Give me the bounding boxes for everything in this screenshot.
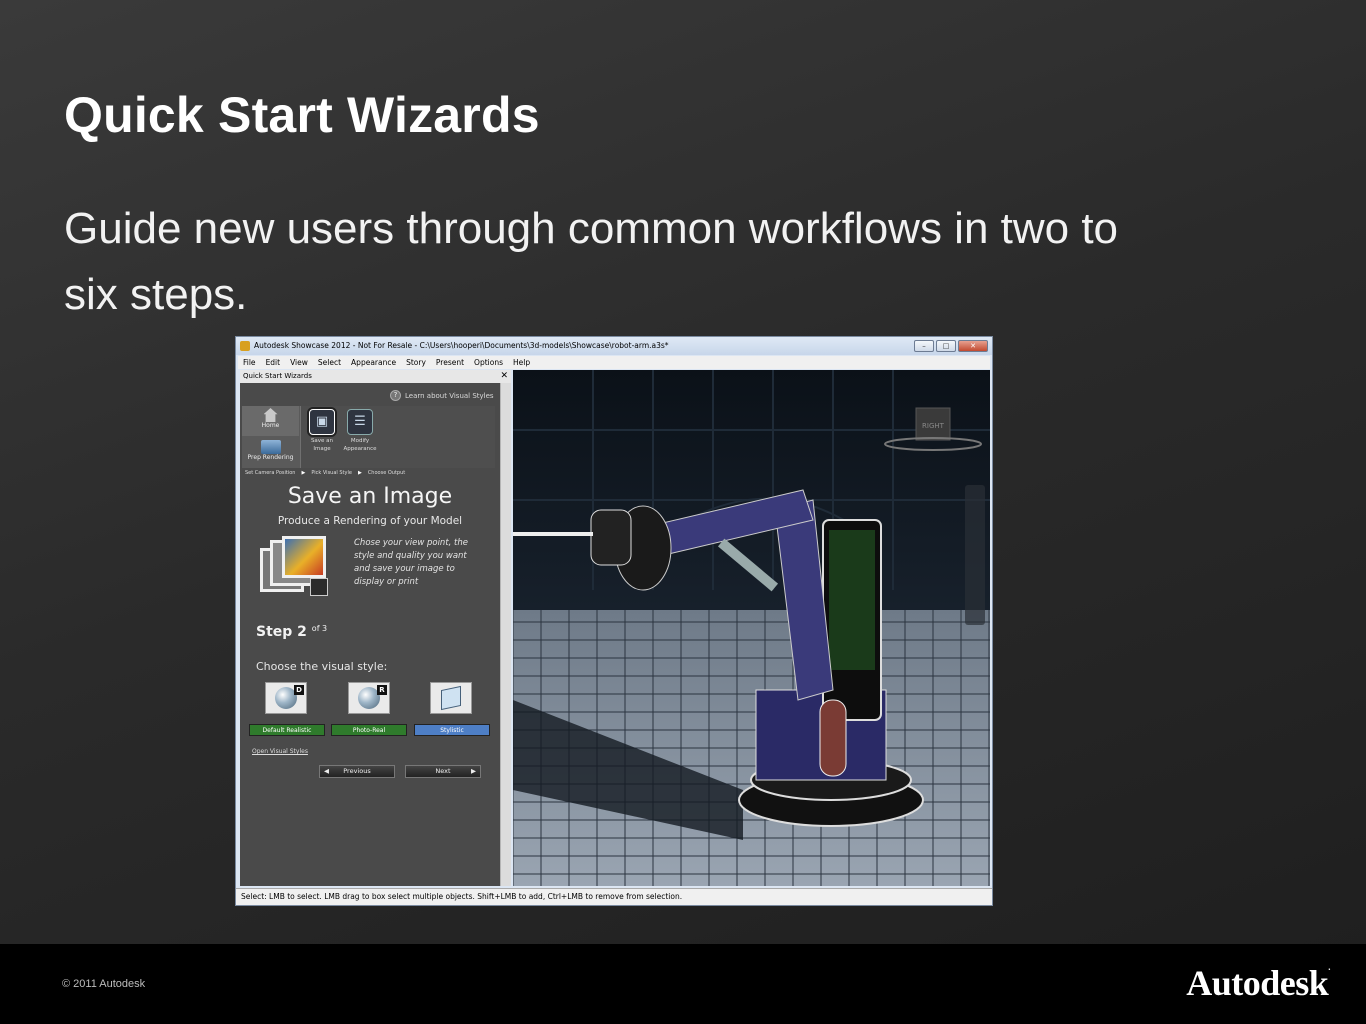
navigation-bar[interactable] — [965, 485, 985, 625]
menu-file[interactable]: File — [238, 356, 261, 369]
slide-subtitle: Guide new users through common workflows… — [64, 204, 1119, 319]
maximize-button[interactable]: □ — [936, 340, 956, 352]
panel-scrollbar[interactable] — [500, 383, 511, 886]
wizard-title: Save an Image — [287, 484, 453, 509]
crumb-arrow-icon: ▶ — [357, 470, 362, 476]
previous-button[interactable]: ◀ Previous — [319, 765, 395, 778]
wizard-buttons: ▣ Save an Image ☰ Modify Appearance — [300, 406, 495, 468]
crumb-arrow-icon: ▶ — [301, 470, 306, 476]
crumb-pick-style[interactable]: Pick Visual Style — [311, 470, 352, 476]
style-badge: D — [294, 685, 304, 695]
style-icon-stylistic[interactable] — [430, 682, 472, 714]
crumb-set-camera[interactable]: Set Camera Position — [245, 470, 295, 476]
previous-label: Previous — [343, 767, 371, 775]
robot-panel — [829, 530, 875, 670]
modify-appearance-button[interactable]: ☰ Modify Appearance — [341, 409, 379, 453]
menu-view[interactable]: View — [285, 356, 313, 369]
style-icon-photo-real[interactable]: R — [348, 682, 390, 714]
save-image-label: Save an Image — [310, 438, 334, 452]
wizard-tabs: Home Prep Rendering ▣ Save an Image ☰ Mo… — [242, 406, 495, 468]
next-label: Next — [435, 767, 451, 775]
3d-viewport[interactable]: RIGHT — [513, 370, 990, 886]
photo-front — [282, 536, 326, 578]
status-bar: Select: LMB to select. LMB drag to box s… — [236, 888, 992, 905]
close-button[interactable]: ✕ — [958, 340, 988, 352]
menubar: File Edit View Select Appearance Story P… — [238, 356, 990, 369]
crumb-choose-output[interactable]: Choose Output — [368, 470, 405, 476]
panel-close-icon[interactable]: ✕ — [500, 370, 508, 383]
style-button-default-realistic[interactable]: Default Realistic — [249, 724, 325, 736]
choose-style-label: Choose the visual style: — [256, 660, 388, 673]
menu-story[interactable]: Story — [401, 356, 431, 369]
save-image-button[interactable]: ▣ Save an Image — [303, 409, 341, 453]
style-button-photo-real[interactable]: Photo-Real — [331, 724, 407, 736]
step-of: of 3 — [311, 624, 328, 633]
style-badge: R — [377, 685, 387, 695]
home-icon — [263, 408, 278, 422]
style-button-stylistic[interactable]: Stylistic — [414, 724, 490, 736]
photo-stack-icon — [260, 536, 330, 600]
menu-options[interactable]: Options — [469, 356, 508, 369]
wizard-subtitle: Produce a Rendering of your Model — [277, 515, 463, 527]
step-label: Step 2 — [256, 624, 307, 640]
app-window: Autodesk Showcase 2012 - Not For Resale … — [235, 336, 993, 906]
autodesk-logo: Autodesk. — [1186, 962, 1330, 1004]
logo-text: Autodesk — [1186, 963, 1329, 1003]
view-cube-label: RIGHT — [922, 422, 945, 430]
help-icon: ? — [390, 390, 401, 401]
window-controls: – □ ✕ — [914, 340, 988, 352]
open-visual-styles-link[interactable]: Open Visual Styles — [252, 748, 308, 755]
logo-dot: . — [1328, 962, 1330, 972]
tab-prep-rendering[interactable]: Prep Rendering — [242, 438, 299, 468]
slide-title: Quick Start Wizards — [64, 87, 540, 143]
next-button[interactable]: Next ▶ — [405, 765, 481, 778]
menu-help[interactable]: Help — [508, 356, 535, 369]
robot-tool-rod — [513, 532, 593, 536]
tab-home[interactable]: Home — [242, 406, 299, 436]
slide-footer: © 2011 Autodesk Autodesk. — [0, 944, 1366, 1024]
panel-header: Quick Start Wizards ✕ — [240, 370, 511, 383]
cube-icon — [441, 685, 461, 711]
panel-title: Quick Start Wizards — [243, 372, 312, 380]
viewport-scene: RIGHT — [513, 370, 990, 886]
wizard-description: Chose your view point, the style and qua… — [354, 538, 469, 587]
modify-appearance-label: Modify Appearance — [343, 438, 377, 452]
copyright-text: © 2011 Autodesk — [62, 978, 146, 990]
menu-present[interactable]: Present — [431, 356, 469, 369]
window-titlebar: Autodesk Showcase 2012 - Not For Resale … — [236, 337, 992, 355]
window-title: Autodesk Showcase 2012 - Not For Resale … — [254, 341, 669, 350]
arrow-left-icon: ◀ — [324, 767, 329, 775]
robot-gripper — [590, 509, 632, 566]
style-icon-default-realistic[interactable]: D — [265, 682, 307, 714]
camera-icon — [260, 440, 281, 454]
modify-appearance-icon: ☰ — [347, 409, 373, 435]
minimize-button[interactable]: – — [914, 340, 934, 352]
save-image-icon: ▣ — [309, 409, 335, 435]
step-indicator: Step 2 of 3 — [256, 624, 327, 640]
learn-link[interactable]: ? Learn about Visual Styles — [390, 390, 494, 401]
arrow-right-icon: ▶ — [471, 767, 476, 775]
menu-appearance[interactable]: Appearance — [346, 356, 401, 369]
tab-prep-label: Prep Rendering — [247, 454, 294, 461]
robot-tank — [819, 699, 847, 777]
breadcrumb: Set Camera Position ▶ Pick Visual Style … — [245, 470, 405, 476]
menu-edit[interactable]: Edit — [261, 356, 286, 369]
menu-select[interactable]: Select — [313, 356, 346, 369]
app-icon — [240, 341, 250, 351]
floppy-disk-icon — [310, 578, 328, 596]
tab-home-label: Home — [261, 422, 280, 429]
wizard-panel: Quick Start Wizards ✕ ? Learn about Visu… — [240, 370, 511, 886]
learn-label: Learn about Visual Styles — [405, 391, 494, 400]
